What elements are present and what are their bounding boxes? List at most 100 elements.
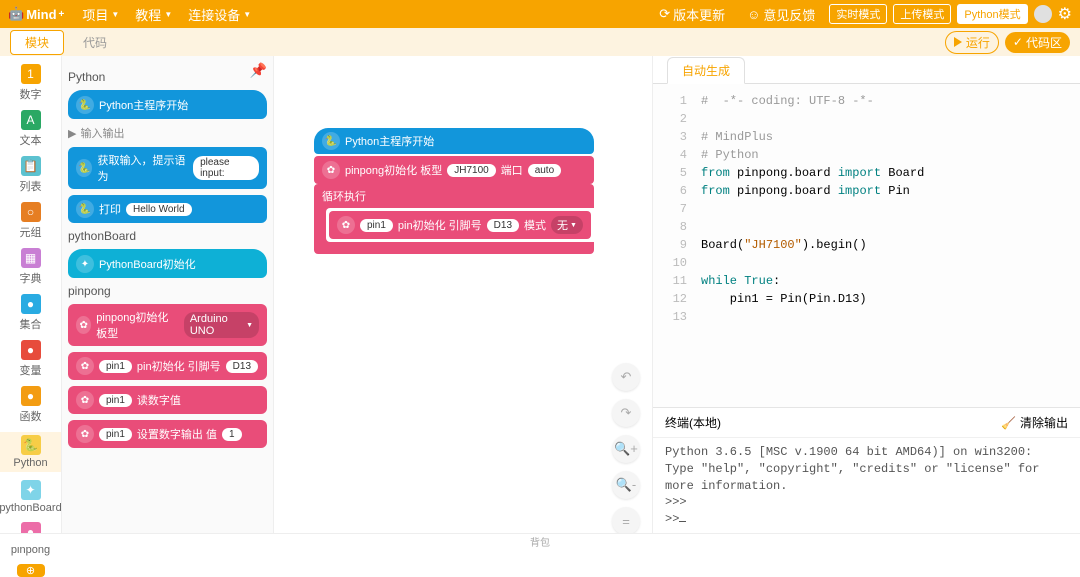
code-line: 4# Python bbox=[657, 146, 1076, 164]
code-line: 8 bbox=[657, 218, 1076, 236]
block-pinpong-init[interactable]: ✿ pinpong初始化 板型 Arduino UNO▼ bbox=[68, 304, 267, 346]
settings-icon[interactable]: ⚙ bbox=[1058, 4, 1072, 24]
category-数字[interactable]: 1数字 bbox=[20, 64, 42, 102]
broom-icon: 🧹 bbox=[1001, 416, 1016, 430]
category-文本[interactable]: A 文本 bbox=[20, 110, 42, 148]
palette-section-pythonboard: pythonBoard bbox=[68, 229, 267, 243]
category-icon: ○ bbox=[21, 202, 41, 222]
category-函数[interactable]: ● 函数 bbox=[20, 386, 42, 424]
terminal-line: >>> bbox=[665, 494, 1068, 511]
category-label: pythonBoard bbox=[0, 502, 62, 514]
category-icon: ● bbox=[21, 386, 41, 406]
canvas-pinpong-init[interactable]: ✿ pinpong初始化 板型 JH7100 端口 auto bbox=[314, 156, 594, 184]
block-print[interactable]: 🐍 打印 Hello World bbox=[68, 195, 267, 223]
category-列表[interactable]: 📋 列表 bbox=[20, 156, 42, 194]
python-icon: 🐍 bbox=[76, 96, 94, 114]
code-area-button[interactable]: ✓代码区 bbox=[1005, 32, 1070, 53]
category-变量[interactable]: ● 变量 bbox=[20, 340, 42, 378]
code-line: 2 bbox=[657, 110, 1076, 128]
main-area: 1数字 A 文本 📋 列表 ○ 元组 ▦字典 ● 集合 ● 变量 ● 函数 🐍 Python ✦ pythonBo… bbox=[0, 56, 1080, 547]
terminal-line: Type "help", "copyright", "credits" or "… bbox=[665, 461, 1068, 478]
category-label: 列表 bbox=[20, 178, 42, 194]
code-line: 6from pinpong.board import Pin bbox=[657, 182, 1076, 200]
mode-upload[interactable]: 上传模式 bbox=[893, 4, 951, 24]
block-pyboard-init[interactable]: ✦PythonBoard初始化 bbox=[68, 249, 267, 278]
category-label: 函数 bbox=[20, 408, 42, 424]
run-button[interactable]: 运行 bbox=[945, 31, 999, 54]
code-line: 12 pin1 = Pin(Pin.D13) bbox=[657, 290, 1076, 308]
category-元组[interactable]: ○ 元组 bbox=[20, 202, 42, 240]
status-bar: 背包 bbox=[0, 533, 1080, 547]
tab-code[interactable]: 代码 bbox=[68, 30, 122, 55]
blocks-palette: 📌 Python 🐍 Python主程序开始 ▶输入输出 🐍 获取输入，提示语为… bbox=[62, 56, 274, 547]
code-line: 10 bbox=[657, 254, 1076, 272]
terminal-line: Python 3.6.5 [MSC v.1900 64 bit AMD64)] … bbox=[665, 444, 1068, 461]
category-icon: 1 bbox=[21, 64, 41, 84]
canvas-python-start[interactable]: 🐍Python主程序开始 bbox=[314, 128, 594, 154]
canvas-block-stack[interactable]: 🐍Python主程序开始 ✿ pinpong初始化 板型 JH7100 端口 a… bbox=[314, 128, 594, 254]
code-line: 9Board("JH7100").begin() bbox=[657, 236, 1076, 254]
block-pin-init[interactable]: ✿ pin1 pin初始化 引脚号 D13 bbox=[68, 352, 267, 380]
workspace-canvas[interactable]: 🐍Python主程序开始 ✿ pinpong初始化 板型 JH7100 端口 a… bbox=[274, 56, 652, 547]
app-logo: 🤖Mind+ bbox=[8, 6, 64, 22]
category-label: 集合 bbox=[20, 316, 42, 332]
category-icon: A bbox=[21, 110, 41, 130]
category-label: 文本 bbox=[20, 132, 42, 148]
category-label: 元组 bbox=[20, 224, 42, 240]
category-icon: ● bbox=[21, 340, 41, 360]
code-line: 11while True: bbox=[657, 272, 1076, 290]
version-update[interactable]: ⟳版本更新 bbox=[651, 5, 733, 24]
code-tab-row: 自动生成 bbox=[653, 56, 1080, 84]
category-icon: ✦ bbox=[21, 480, 41, 500]
clear-output-button[interactable]: 🧹 清除输出 bbox=[1001, 414, 1068, 431]
mode-python[interactable]: Python模式 bbox=[957, 4, 1027, 24]
category-icon: 📋 bbox=[21, 156, 41, 176]
block-input[interactable]: 🐍 获取输入，提示语为 please input: bbox=[68, 147, 267, 189]
feedback[interactable]: ☺意见反馈 bbox=[739, 5, 823, 24]
extension-button[interactable]: ⊕ bbox=[17, 564, 45, 577]
user-avatar[interactable] bbox=[1034, 5, 1052, 23]
second-bar: 模块 代码 运行 ✓代码区 bbox=[0, 28, 1080, 56]
terminal-header: 终端(本地) 🧹 清除输出 bbox=[653, 407, 1080, 437]
menu-project[interactable]: 项目▼ bbox=[74, 5, 127, 24]
code-line: 7 bbox=[657, 200, 1076, 218]
undo-button[interactable]: ↶ bbox=[612, 363, 640, 391]
redo-button[interactable]: ↷ bbox=[612, 399, 640, 427]
terminal-title: 终端(本地) bbox=[665, 414, 721, 431]
code-line: 13 bbox=[657, 308, 1076, 326]
block-write-digital[interactable]: ✿ pin1 设置数字输出 值 1 bbox=[68, 420, 267, 448]
zoom-out-button[interactable]: 🔍- bbox=[612, 471, 640, 499]
canvas-toolbar: ↶ ↷ 🔍+ 🔍- = bbox=[612, 363, 640, 535]
palette-section-python: Python bbox=[68, 70, 267, 84]
palette-section-pinpong: pinpong bbox=[68, 284, 267, 298]
pin-icon[interactable]: 📌 bbox=[250, 62, 267, 79]
code-line: 3# MindPlus bbox=[657, 128, 1076, 146]
menu-connect[interactable]: 连接设备▼ bbox=[180, 5, 259, 24]
category-sidebar: 1数字 A 文本 📋 列表 ○ 元组 ▦字典 ● 集合 ● 变量 ● 函数 🐍 Python ✦ pythonBo… bbox=[0, 56, 62, 547]
category-集合[interactable]: ● 集合 bbox=[20, 294, 42, 332]
fit-button[interactable]: = bbox=[612, 507, 640, 535]
category-字典[interactable]: ▦字典 bbox=[20, 248, 42, 286]
category-label: Python bbox=[13, 457, 47, 469]
mode-realtime[interactable]: 实时模式 bbox=[829, 4, 887, 24]
terminal-line: more information. bbox=[665, 478, 1068, 495]
tab-blocks[interactable]: 模块 bbox=[10, 30, 64, 55]
code-line: 5from pinpong.board import Board bbox=[657, 164, 1076, 182]
zoom-in-button[interactable]: 🔍+ bbox=[612, 435, 640, 463]
code-line: 1# -*- coding: UTF-8 -*- bbox=[657, 92, 1076, 110]
category-label: 字典 bbox=[20, 270, 42, 286]
category-pythonBoard[interactable]: ✦ pythonBoard bbox=[0, 480, 62, 514]
play-icon bbox=[954, 37, 962, 47]
canvas-loop[interactable]: 循环执行 ✿ pin1 pin初始化 引脚号 D13 模式 无▼ bbox=[314, 184, 594, 254]
category-label: 变量 bbox=[20, 362, 42, 378]
block-python-start[interactable]: 🐍 Python主程序开始 bbox=[68, 90, 267, 119]
category-Python[interactable]: 🐍 Python bbox=[0, 432, 61, 472]
category-icon: ● bbox=[21, 294, 41, 314]
palette-sub-io: ▶输入输出 bbox=[68, 125, 267, 141]
block-read-digital[interactable]: ✿ pin1 读数字值 bbox=[68, 386, 267, 414]
terminal-line: >> bbox=[665, 511, 1068, 528]
category-icon: 🐍 bbox=[21, 435, 41, 455]
code-tab-auto[interactable]: 自动生成 bbox=[667, 57, 745, 84]
canvas-pin-init[interactable]: ✿ pin1 pin初始化 引脚号 D13 模式 无▼ bbox=[329, 211, 591, 239]
menu-tutorial[interactable]: 教程▼ bbox=[127, 5, 180, 24]
